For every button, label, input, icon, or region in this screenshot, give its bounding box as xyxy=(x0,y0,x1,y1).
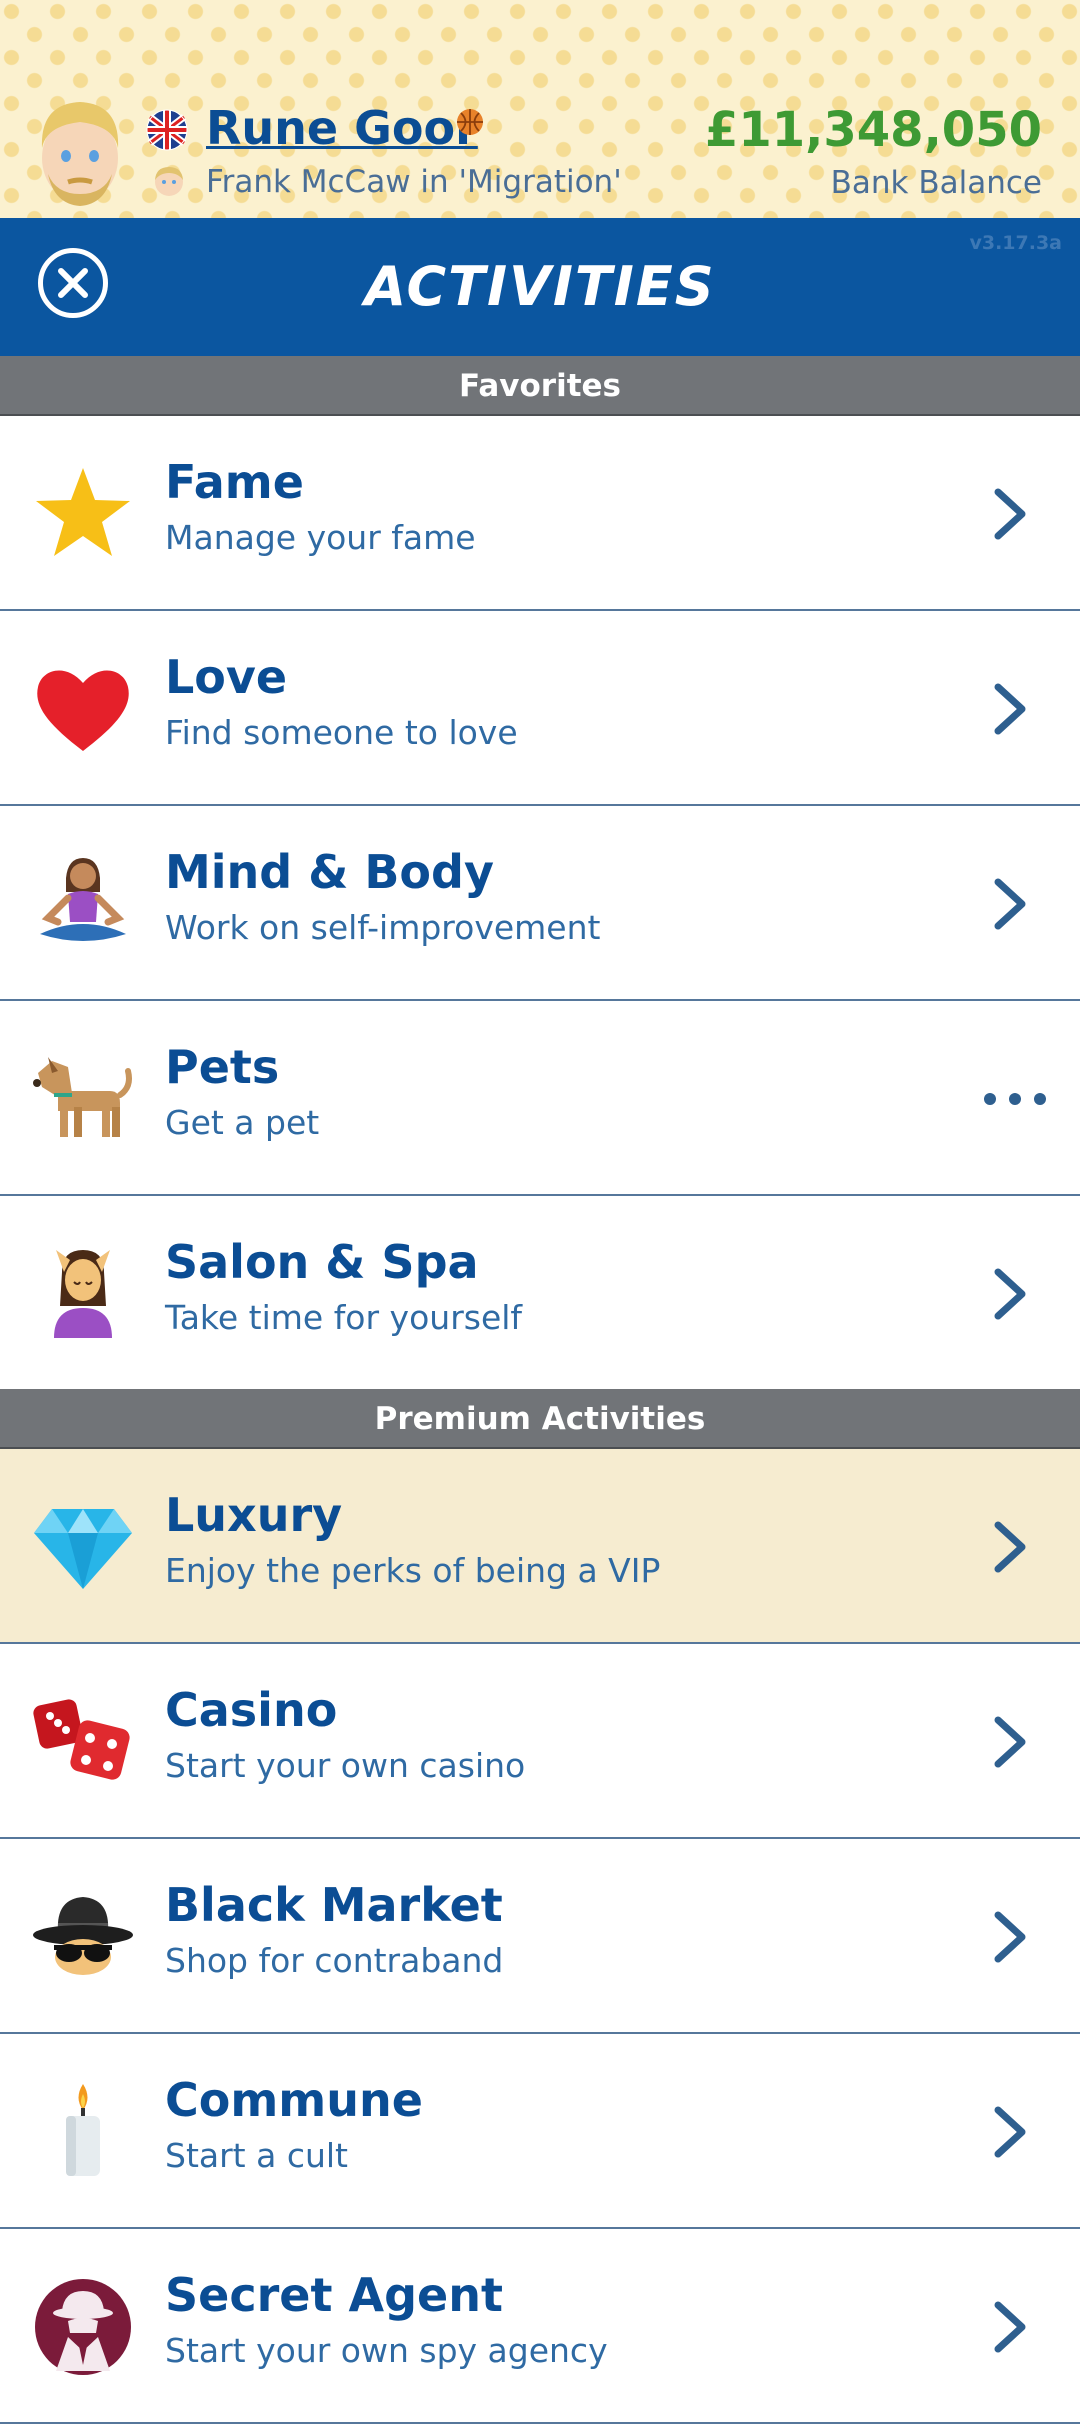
activity-row-secret-agent[interactable]: Secret Agent Start your own spy agency xyxy=(0,2229,1080,2424)
chevron-right-icon xyxy=(994,878,1026,930)
activity-subtitle: Start your own spy agency xyxy=(165,2331,608,2370)
activity-row-mind-body[interactable]: Mind & Body Work on self-improvement xyxy=(0,806,1080,1001)
activity-subtitle: Manage your fame xyxy=(165,518,476,557)
activity-subtitle: Get a pet xyxy=(165,1103,320,1142)
more-options-icon[interactable] xyxy=(980,1089,1050,1109)
activity-subtitle: Find someone to love xyxy=(165,713,518,752)
diamond-icon xyxy=(34,1509,132,1589)
title-bar: ACTIVITIES v3.17.3a xyxy=(0,218,1080,356)
activity-title: Salon & Spa xyxy=(165,1235,479,1289)
dog-icon xyxy=(33,1057,132,1137)
activity-row-black-market[interactable]: Black Market Shop for contraband xyxy=(0,1839,1080,2034)
meditation-icon xyxy=(40,858,126,941)
basketball-icon xyxy=(457,109,483,135)
candle-icon xyxy=(66,2084,100,2176)
player-name[interactable]: Rune Goor xyxy=(206,100,478,156)
spouse-avatar-icon xyxy=(155,167,183,196)
activity-title: Casino xyxy=(165,1683,338,1737)
section-header-favorites: Favorites xyxy=(0,356,1080,416)
activity-subtitle: Enjoy the perks of being a VIP xyxy=(165,1551,661,1590)
heart-icon xyxy=(37,670,129,751)
spouse-status: Frank McCaw in 'Migration' xyxy=(206,164,622,200)
massage-icon xyxy=(54,1250,112,1338)
activity-row-pets[interactable]: Pets Get a pet xyxy=(0,1001,1080,1196)
activity-row-fame[interactable]: Fame Manage your fame xyxy=(0,416,1080,611)
chevron-right-icon xyxy=(994,1911,1026,1963)
chevron-right-icon xyxy=(994,488,1026,540)
avatar[interactable] xyxy=(34,96,126,212)
activity-subtitle: Take time for yourself xyxy=(165,1298,523,1337)
activity-row-commune[interactable]: Commune Start a cult xyxy=(0,2034,1080,2229)
activity-row-casino[interactable]: Casino Start your own casino xyxy=(0,1644,1080,1839)
activity-title: Love xyxy=(165,650,288,704)
bank-balance-value: £11,348,050 xyxy=(704,102,1042,158)
chevron-right-icon xyxy=(994,2301,1026,2353)
chevron-right-icon xyxy=(994,683,1026,735)
activity-subtitle: Shop for contraband xyxy=(165,1941,504,1980)
chevron-right-icon xyxy=(994,2106,1026,2158)
detective-icon xyxy=(35,2279,131,2375)
activity-title: Fame xyxy=(165,455,304,509)
activity-subtitle: Work on self-improvement xyxy=(165,908,601,947)
uk-flag-icon xyxy=(146,109,188,151)
activity-title: Mind & Body xyxy=(165,845,494,899)
profile-header: Rune Goor Frank McCaw in 'Migration' £11… xyxy=(0,0,1080,218)
star-icon xyxy=(36,468,130,556)
version-label: v3.17.3a xyxy=(969,232,1062,254)
activity-title: Pets xyxy=(165,1040,280,1094)
bank-balance-label: Bank Balance xyxy=(830,165,1042,201)
dice-icon xyxy=(33,1699,130,1780)
chevron-right-icon xyxy=(994,1268,1026,1320)
chevron-right-icon xyxy=(994,1716,1026,1768)
section-header-premium: Premium Activities xyxy=(0,1389,1080,1449)
activity-row-luxury[interactable]: Luxury Enjoy the perks of being a VIP xyxy=(0,1449,1080,1644)
activity-row-salon-spa[interactable]: Salon & Spa Take time for yourself xyxy=(0,1196,1080,1391)
activity-subtitle: Start your own casino xyxy=(165,1746,526,1785)
spy-hat-icon xyxy=(33,1897,133,1975)
chevron-right-icon xyxy=(994,1521,1026,1573)
activity-subtitle: Start a cult xyxy=(165,2136,348,2175)
page-title: ACTIVITIES xyxy=(364,255,716,318)
activity-title: Luxury xyxy=(165,1488,343,1542)
activity-title: Black Market xyxy=(165,1878,503,1932)
activity-row-love[interactable]: Love Find someone to love xyxy=(0,611,1080,806)
activity-title: Commune xyxy=(165,2073,423,2127)
activity-title: Secret Agent xyxy=(165,2268,503,2322)
